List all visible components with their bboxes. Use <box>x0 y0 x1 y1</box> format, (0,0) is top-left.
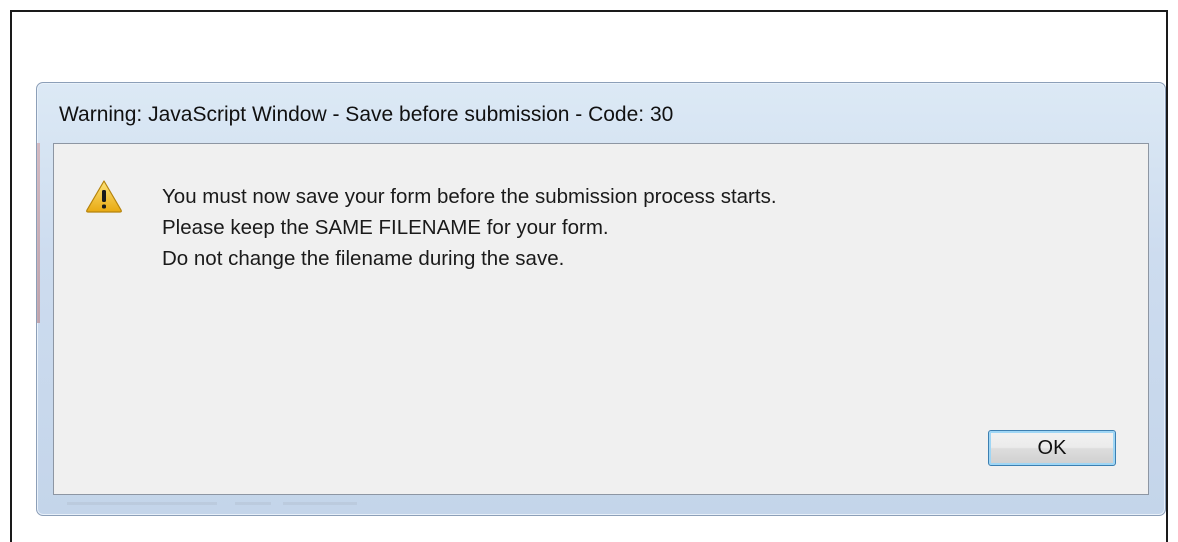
warning-dialog: Warning: JavaScript Window - Save before… <box>36 82 1166 516</box>
warning-icon <box>85 179 123 213</box>
message-line-2: Please keep the SAME FILENAME for your f… <box>162 216 609 239</box>
dialog-bottom-border <box>53 497 1149 513</box>
dialog-content: You must now save your form before the s… <box>53 143 1149 495</box>
ok-button[interactable]: OK <box>988 430 1116 466</box>
message-line-3: Do not change the filename during the sa… <box>162 247 565 270</box>
dialog-message: You must now save your form before the s… <box>162 181 777 274</box>
message-line-1: You must now save your form before the s… <box>162 185 777 208</box>
dialog-title-bar[interactable]: Warning: JavaScript Window - Save before… <box>37 83 1165 143</box>
dialog-title: Warning: JavaScript Window - Save before… <box>59 103 674 126</box>
dialog-edge-accent <box>37 143 40 323</box>
